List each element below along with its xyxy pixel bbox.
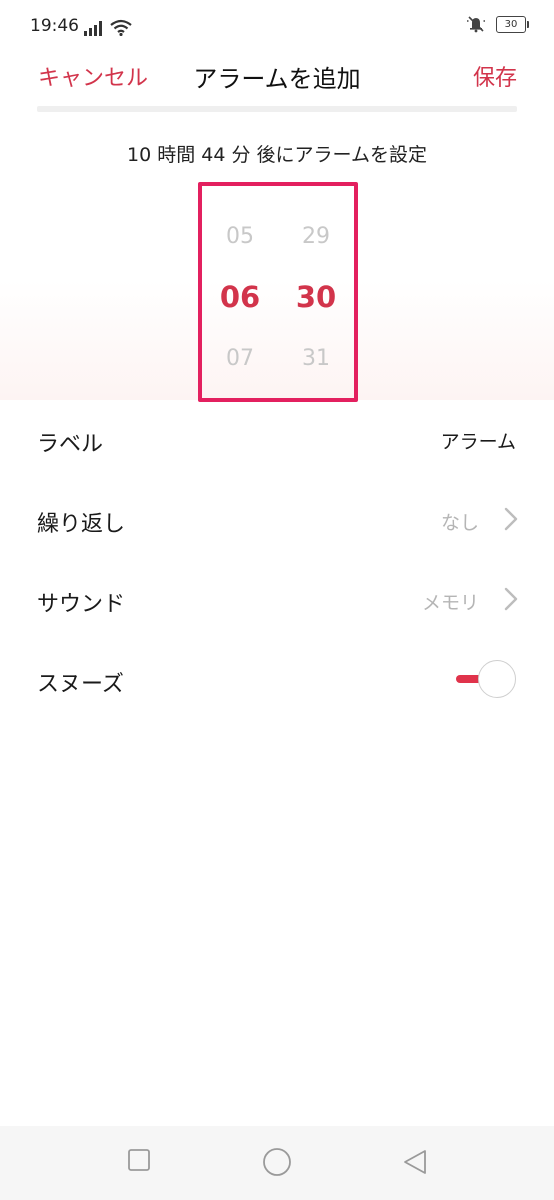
minute-prev[interactable]: 29	[278, 224, 354, 249]
repeat-value: なし	[440, 512, 479, 534]
back-button[interactable]	[402, 1148, 428, 1179]
back-triangle-icon	[402, 1150, 428, 1179]
hour-next[interactable]: 07	[202, 346, 278, 371]
alarm-countdown-text: 10 時間 44 分 後にアラームを設定	[127, 144, 427, 166]
label-title: ラベル	[37, 432, 104, 457]
wifi-icon	[110, 19, 132, 36]
status-time: 19:46	[30, 16, 79, 36]
sound-title: サウンド	[37, 592, 126, 617]
sound-value: メモリ	[421, 592, 479, 614]
square-icon	[127, 1149, 151, 1175]
sound-row[interactable]: サウンド メモリ	[0, 560, 554, 640]
recent-apps-button[interactable]	[127, 1148, 151, 1175]
time-picker[interactable]: 05 06 07 29 30 31	[198, 182, 358, 402]
repeat-title: 繰り返し	[37, 512, 126, 537]
snooze-toggle[interactable]	[456, 660, 518, 698]
label-row[interactable]: ラベル アラーム	[0, 400, 554, 480]
toggle-knob	[478, 660, 516, 698]
save-button[interactable]: 保存	[473, 60, 517, 92]
snooze-title: スヌーズ	[37, 672, 124, 697]
header-divider	[37, 106, 517, 112]
hour-prev[interactable]: 05	[202, 224, 278, 249]
repeat-row[interactable]: 繰り返し なし	[0, 480, 554, 560]
navigation-bar	[0, 1126, 554, 1200]
page-title: アラームを追加	[193, 65, 361, 93]
label-value: アラーム	[440, 431, 516, 453]
signal-icon	[84, 20, 102, 36]
battery-icon: 30	[496, 15, 529, 33]
status-bar: 19:46 30	[0, 0, 554, 52]
battery-level: 30	[504, 18, 518, 30]
home-button[interactable]	[262, 1147, 292, 1180]
chevron-right-icon	[504, 587, 518, 615]
minute-next[interactable]: 31	[278, 346, 354, 371]
header: キャンセル アラームを追加 保存	[0, 52, 554, 102]
bell-muted-icon	[466, 15, 486, 33]
minute-wheel[interactable]: 29 30 31	[278, 186, 354, 398]
minute-selected[interactable]: 30	[278, 280, 354, 314]
hour-selected[interactable]: 06	[202, 280, 278, 314]
circle-icon	[262, 1148, 292, 1180]
hour-wheel[interactable]: 05 06 07	[202, 186, 278, 398]
chevron-right-icon	[504, 507, 518, 535]
